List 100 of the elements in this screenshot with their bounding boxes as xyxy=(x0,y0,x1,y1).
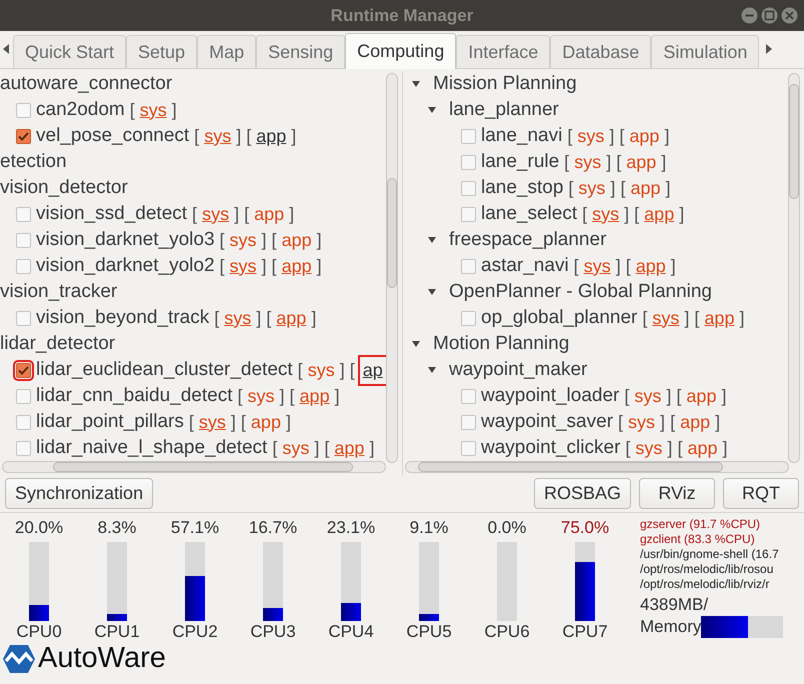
checkbox[interactable] xyxy=(461,310,476,326)
link[interactable]: app xyxy=(626,148,656,176)
link[interactable]: app xyxy=(686,382,716,410)
node-label[interactable]: vision_darknet_yolo3 xyxy=(36,226,215,254)
link[interactable]: sys xyxy=(230,252,257,280)
vertical-scrollbar[interactable] xyxy=(386,73,398,463)
link[interactable]: sys xyxy=(652,304,680,332)
expanded-arrow-icon[interactable] xyxy=(427,366,437,374)
checkbox[interactable] xyxy=(16,388,31,404)
link[interactable]: app xyxy=(254,200,284,228)
tree-group-label[interactable]: vision_detector xyxy=(0,174,128,202)
button[interactable]: RQT xyxy=(723,478,799,509)
link[interactable]: sys xyxy=(202,200,230,228)
tab[interactable]: Computing xyxy=(345,33,456,69)
checkbox[interactable] xyxy=(461,154,476,170)
tab[interactable]: Map xyxy=(197,35,256,68)
button[interactable]: Synchronization xyxy=(5,478,154,509)
checkbox[interactable] xyxy=(461,414,476,430)
link[interactable]: sys xyxy=(592,200,620,228)
tree-group-label[interactable]: Motion Planning xyxy=(433,330,570,358)
tree-group-label[interactable]: waypoint_maker xyxy=(449,356,588,384)
horizontal-scrollbar[interactable] xyxy=(2,461,386,473)
node-label[interactable]: can2odom xyxy=(36,96,125,124)
checkbox[interactable] xyxy=(461,440,476,456)
expanded-arrow-icon[interactable] xyxy=(427,288,437,296)
scroll-left-icon[interactable] xyxy=(3,44,10,54)
expanded-arrow-icon[interactable] xyxy=(427,106,437,114)
checkbox[interactable] xyxy=(16,206,31,222)
link[interactable]: sys xyxy=(198,408,226,436)
checkbox[interactable] xyxy=(16,232,31,248)
checkbox[interactable] xyxy=(16,102,31,118)
link[interactable]: sys xyxy=(282,434,310,461)
link[interactable]: sys xyxy=(634,382,662,410)
link[interactable]: sys xyxy=(628,408,656,436)
node-label[interactable]: lane_select xyxy=(481,200,578,228)
node-label[interactable]: vision_darknet_yolo2 xyxy=(36,252,215,280)
node-label[interactable]: vision_beyond_track xyxy=(36,304,210,332)
node-label[interactable]: lidar_euclidean_cluster_detect xyxy=(36,356,293,384)
expanded-arrow-icon[interactable] xyxy=(427,236,437,244)
link[interactable]: sys xyxy=(248,382,275,410)
node-label[interactable]: lane_navi xyxy=(481,122,562,150)
link[interactable]: sys xyxy=(635,434,662,461)
link[interactable]: app xyxy=(644,200,674,228)
expanded-arrow-icon[interactable] xyxy=(411,340,421,348)
link[interactable]: sys xyxy=(204,122,232,150)
link[interactable]: sys xyxy=(578,174,606,202)
link[interactable]: app xyxy=(282,226,312,254)
link[interactable]: sys xyxy=(140,96,167,124)
checkbox[interactable] xyxy=(16,310,31,326)
tab[interactable]: Database xyxy=(550,35,652,68)
tab[interactable]: Simulation xyxy=(651,35,760,68)
tab[interactable]: Interface xyxy=(456,35,550,68)
node-label[interactable]: op_global_planner xyxy=(481,304,638,332)
link[interactable]: sys xyxy=(230,226,257,254)
checkbox[interactable] xyxy=(16,128,31,144)
link[interactable]: app xyxy=(276,304,306,332)
minimize-icon[interactable] xyxy=(741,7,758,24)
tree-group-label[interactable]: autoware_connector xyxy=(0,71,172,98)
node-label[interactable]: lane_rule xyxy=(481,148,560,176)
scroll-right-icon[interactable] xyxy=(765,44,772,54)
node-label[interactable]: astar_navi xyxy=(481,252,569,280)
checkbox[interactable] xyxy=(16,440,31,456)
link[interactable]: app xyxy=(680,408,710,436)
node-label[interactable]: waypoint_loader xyxy=(481,382,620,410)
tab[interactable]: Quick Start xyxy=(13,35,126,68)
link[interactable]: sys xyxy=(574,148,602,176)
tab[interactable]: Setup xyxy=(126,35,198,68)
button[interactable]: ROSBAG xyxy=(534,478,631,509)
link[interactable]: app xyxy=(629,122,660,150)
checkbox[interactable] xyxy=(461,206,476,222)
node-label[interactable]: lane_stop xyxy=(481,174,564,202)
node-label[interactable]: lidar_naive_l_shape_detect xyxy=(36,434,268,461)
vertical-scrollbar[interactable] xyxy=(788,73,800,463)
node-label[interactable]: lidar_point_pillars xyxy=(36,408,184,436)
link[interactable]: app xyxy=(300,382,330,410)
button[interactable]: RViz xyxy=(639,478,715,509)
tree-group-label[interactable]: lidar_detector xyxy=(0,330,116,358)
node-label[interactable]: lidar_cnn_baidu_detect xyxy=(36,382,232,410)
tab[interactable]: Sensing xyxy=(256,35,346,68)
link[interactable]: app xyxy=(687,434,718,461)
link[interactable]: sys xyxy=(308,356,335,384)
tree-group-label[interactable]: OpenPlanner - Global Planning xyxy=(449,278,712,306)
checkbox[interactable] xyxy=(461,388,476,404)
link[interactable]: sys xyxy=(577,122,604,150)
tree-group-label[interactable]: Mission Planning xyxy=(433,71,577,98)
tree-group-label[interactable]: lane_planner xyxy=(449,96,559,124)
link[interactable]: sys xyxy=(224,304,252,332)
tree-group-label[interactable]: freespace_planner xyxy=(449,226,606,254)
link[interactable]: ap xyxy=(360,356,386,384)
tree-group-label[interactable]: etection xyxy=(0,148,67,176)
link[interactable]: app xyxy=(250,408,281,436)
link[interactable]: app xyxy=(636,252,666,280)
checkbox[interactable] xyxy=(461,258,476,274)
maximize-icon[interactable] xyxy=(761,7,778,24)
checkbox[interactable] xyxy=(461,128,476,144)
node-label[interactable]: waypoint_clicker xyxy=(481,434,620,461)
tree-group-label[interactable]: vision_tracker xyxy=(0,278,118,306)
horizontal-scrollbar[interactable] xyxy=(405,461,789,473)
node-label[interactable]: vel_pose_connect xyxy=(36,122,190,150)
node-label[interactable]: waypoint_saver xyxy=(481,408,614,436)
